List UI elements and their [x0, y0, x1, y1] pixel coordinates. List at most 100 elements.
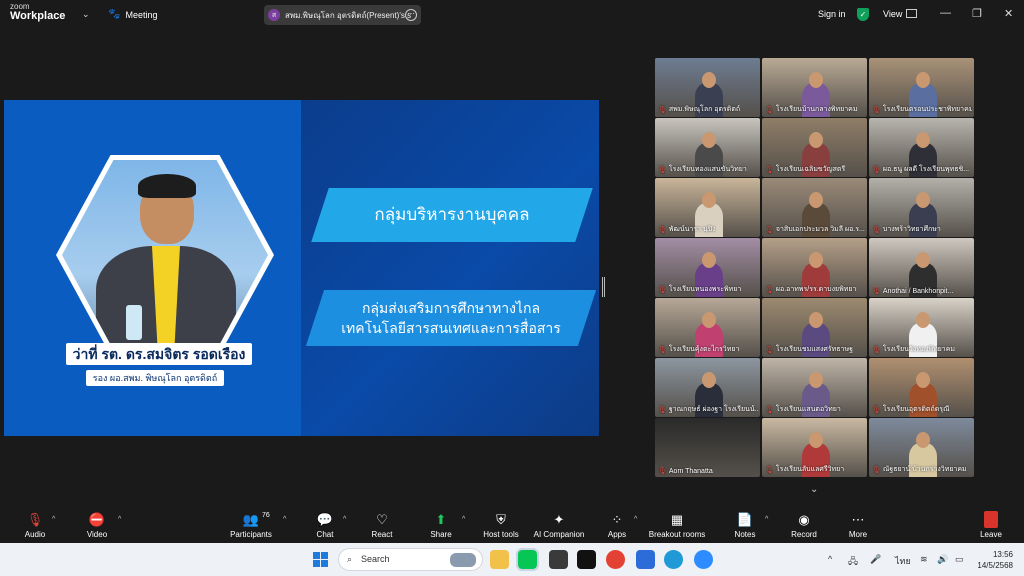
shield-icon: ⛨ — [496, 512, 506, 527]
participant-tile[interactable]: 🎙 บางพร้าวิทยาศึกษา — [869, 178, 974, 237]
chrome-icon[interactable] — [606, 550, 625, 569]
restore-icon[interactable]: ❐ — [972, 7, 982, 20]
brand-large: Workplace — [10, 10, 66, 22]
breakout-icon: ▦ — [670, 512, 684, 527]
participant-tile[interactable]: 🎙 โรงเรียนแสนตอวิทยา — [762, 358, 867, 417]
chevron-down-icon[interactable]: ⌄ — [810, 484, 818, 495]
line-app-icon[interactable] — [516, 548, 539, 571]
mic-muted-icon: 🎙 — [658, 346, 667, 354]
participant-tile[interactable]: 🎙 ผอ.อาทพร/รร.ดาบงยพิทยา — [762, 238, 867, 297]
mic-muted-icon: 🎙 — [26, 512, 44, 527]
mic-muted-icon: 🎙 — [658, 286, 667, 294]
participant-tile[interactable]: 🎙 โรงเรียนเฉลิมขวัญสตรี — [762, 118, 867, 177]
participant-tile[interactable]: 🎙 โรงเรียนชมแสงศรัทธาษฐ — [762, 298, 867, 357]
participant-tile[interactable]: 🎙 โรงเรียนอุตรดิตถ์ดรุณี — [869, 358, 974, 417]
ai-companion-button[interactable]: ✦ AI Companion — [532, 511, 586, 539]
microphone-icon[interactable]: 🎤 — [870, 554, 881, 565]
participant-head — [809, 132, 823, 148]
participant-tile[interactable]: 🎙 ผอ.ธนู ผลดี โรงเรียนพุทธชิ... — [869, 118, 974, 177]
clock-time: 13:56 — [992, 550, 1013, 559]
more-icon[interactable]: ⋯ — [405, 9, 417, 21]
participants-count: 76 — [262, 512, 270, 519]
windows-start-icon[interactable] — [313, 552, 328, 567]
participant-tile[interactable]: 🎙 พัฒน์นารา นุปิง — [655, 178, 760, 237]
chevron-up-icon[interactable]: ^ — [52, 516, 55, 523]
breakout-rooms-button[interactable]: ▦ Breakout rooms — [648, 511, 706, 539]
wifi-icon[interactable]: ≋ — [920, 554, 928, 565]
participant-name: 🎙 Anothai / Bankhonpit... — [872, 287, 954, 296]
search-placeholder: Search — [361, 554, 390, 564]
mic-muted-icon: 🎙 — [872, 288, 881, 295]
react-button[interactable]: ♡ React — [368, 511, 396, 539]
presenter-pill[interactable]: ส สพม.พิษณุโลก อุตรดิตถ์(Present)'s s ⋯ — [264, 5, 421, 25]
chat-button[interactable]: 💬 Chat — [312, 511, 338, 539]
participant-tile[interactable]: 🎙 โรงเรียนบ้านกลางพิทยาคม — [762, 58, 867, 117]
battery-icon[interactable]: ▭ — [955, 554, 964, 565]
share-button[interactable]: ⬆ Share — [428, 511, 454, 539]
participant-tile[interactable]: 🎙 Anothai / Bankhonpit... — [869, 238, 974, 297]
mic-muted-icon: 🎙 — [658, 166, 667, 174]
chevron-down-icon[interactable]: ⌄ — [82, 9, 90, 20]
participant-tile[interactable]: 🎙 สพม.พิษณุโลก อุตรดิตถ์ — [655, 58, 760, 117]
minimize-icon[interactable]: — — [940, 7, 951, 19]
file-explorer-icon[interactable] — [490, 550, 509, 569]
zoom-logo[interactable]: zoom Workplace — [10, 3, 65, 22]
zoom-taskbar-icon[interactable] — [694, 550, 713, 569]
meeting-menu[interactable]: 🐾 Meeting — [108, 9, 157, 20]
participant-tile[interactable]: 🎙 จาสิบเอกประมวล วิมลี ผอ.ร... — [762, 178, 867, 237]
banner2-line1: กลุ่มส่งเสริมการศึกษาทางไกล — [361, 300, 541, 316]
chevron-up-icon[interactable]: ^ — [828, 554, 832, 564]
record-button[interactable]: ◉ Record — [788, 511, 820, 539]
apps-button[interactable]: ⁘ Apps — [604, 511, 630, 539]
participant-head — [809, 192, 823, 208]
capcut-icon[interactable] — [549, 550, 568, 569]
language-indicator[interactable]: ไทย — [895, 554, 911, 568]
paw-icon: 🐾 — [108, 9, 121, 20]
participant-tile[interactable]: 🎙 โรงเรียนตรอนประชาพิทยาคม — [869, 58, 974, 117]
participant-tile[interactable]: 🎙 โรงเรียนทองแสนขันวิทยา — [655, 118, 760, 177]
notes-icon: 📄 — [736, 512, 754, 527]
grid-icon[interactable] — [906, 9, 917, 18]
audio-button[interactable]: 🎙 Audio — [22, 511, 48, 539]
chevron-up-icon[interactable]: ^ — [283, 516, 286, 523]
resize-handle[interactable] — [602, 277, 605, 297]
close-icon[interactable]: ✕ — [1004, 7, 1013, 20]
view-button[interactable]: View — [883, 9, 902, 19]
network-icon[interactable]: 🖧 — [848, 554, 858, 570]
mic-muted-icon: 🎙 — [765, 346, 774, 354]
participant-head — [916, 372, 930, 388]
participant-tile[interactable]: 🎙 ณัฐธยาน์ บ้านกร่างวิทยาคม — [869, 418, 974, 477]
chevron-up-icon[interactable]: ^ — [462, 516, 465, 523]
participant-tile[interactable]: 🎙 Aom Thanatta — [655, 418, 760, 477]
participant-head — [916, 252, 930, 268]
video-button[interactable]: ⛔ Video — [84, 511, 110, 539]
participant-head — [702, 252, 716, 268]
participant-tile[interactable]: 🎙 โรงเรียนหนองพระพิทยา — [655, 238, 760, 297]
shield-check-icon[interactable]: ✓ — [857, 8, 869, 21]
participant-name: 🎙 สพม.พิษณุโลก อุตรดิตถ์ — [658, 106, 741, 114]
participant-tile[interactable]: 🎙 โรงเรียนคุ้งตะไกรวิทยา — [655, 298, 760, 357]
sign-in-link[interactable]: Sign in — [818, 9, 846, 19]
notes-button[interactable]: 📄 Notes — [731, 511, 759, 539]
participant-tile[interactable]: 🎙 โรงเรียนลับแลศรีวิทยา — [762, 418, 867, 477]
more-button[interactable]: ⋯ More — [844, 511, 872, 539]
heart-icon: ♡ — [376, 512, 388, 527]
chevron-up-icon[interactable]: ^ — [343, 516, 346, 523]
taskbar-clock[interactable]: 13:56 14/5/2568 — [975, 549, 1013, 571]
tiktok-icon[interactable] — [577, 550, 596, 569]
host-tools-button[interactable]: ⛨ Host tools — [482, 511, 520, 539]
participant-head — [702, 372, 716, 388]
edge-icon[interactable] — [664, 550, 683, 569]
chevron-up-icon[interactable]: ^ — [634, 516, 637, 523]
participant-tile[interactable]: 🎙 โรงเรียนวังทองพิทยาคม — [869, 298, 974, 357]
mic-muted-icon: 🎙 — [765, 406, 774, 414]
participant-tile[interactable]: 🎙 ฐาณกฤษธ์ ผ่องฐา โรงเรียนน้... — [655, 358, 760, 417]
leave-button[interactable]: Leave — [977, 511, 1005, 539]
taskbar-search[interactable]: ⌕ Search — [338, 548, 483, 571]
speaker-name: ว่าที่ รต. ดร.สมจิตร รอดเรือง — [66, 343, 252, 365]
chevron-up-icon[interactable]: ^ — [118, 516, 121, 523]
mic-muted-icon: 🎙 — [658, 226, 667, 234]
chevron-up-icon[interactable]: ^ — [765, 516, 768, 523]
volume-icon[interactable]: 🔊 — [937, 554, 948, 565]
photos-app-icon[interactable] — [636, 550, 655, 569]
